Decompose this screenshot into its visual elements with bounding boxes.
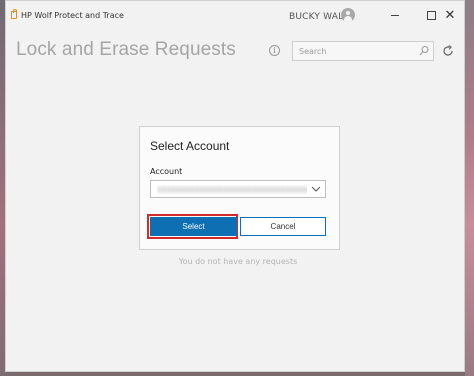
desktop-background-right — [465, 0, 474, 376]
avatar-head — [346, 11, 350, 15]
title-bar[interactable]: HP Wolf Protect and Trace BUCKY WALL ✕ — [6, 1, 464, 31]
minimize-icon — [391, 14, 399, 16]
search-icon[interactable] — [419, 45, 429, 57]
select-account-dialog: Select Account Account xxxxxxxxxxxxxxxxx… — [139, 126, 340, 250]
dialog-title: Select Account — [150, 139, 230, 153]
search-input[interactable] — [293, 42, 417, 60]
avatar-torso — [344, 16, 352, 22]
account-selected-value: xxxxxxxxxxxxxxxxxxxxxxxxxxxxxxxxxxxx — [157, 185, 307, 194]
account-label: Account — [150, 167, 183, 176]
select-button[interactable]: Select — [150, 217, 237, 236]
lock-icon — [11, 9, 17, 19]
page-title: Lock and Erase Requests — [16, 39, 236, 60]
app-title: HP Wolf Protect and Trace — [21, 11, 124, 20]
close-icon: ✕ — [444, 7, 456, 23]
chevron-down-icon[interactable] — [311, 183, 321, 195]
search-box[interactable] — [292, 41, 434, 61]
user-name[interactable]: BUCKY WALL — [289, 12, 349, 22]
account-dropdown[interactable]: xxxxxxxxxxxxxxxxxxxxxxxxxxxxxxxxxxxx — [150, 180, 326, 198]
refresh-icon[interactable] — [442, 45, 454, 57]
user-avatar-icon[interactable] — [341, 8, 355, 22]
info-icon[interactable]: i — [269, 45, 280, 56]
cancel-button[interactable]: Cancel — [240, 217, 326, 236]
minimize-button[interactable] — [377, 1, 413, 29]
close-button[interactable]: ✕ — [434, 1, 466, 29]
empty-state-message: You do not have any requests — [178, 257, 298, 266]
